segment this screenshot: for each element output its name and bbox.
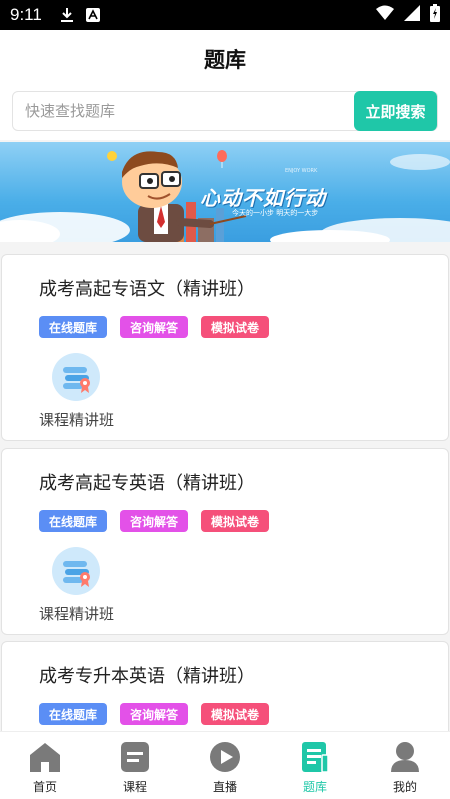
nav-label: 题库 bbox=[302, 780, 327, 794]
tag-row: 在线题库 咨询解答 模拟试卷 bbox=[39, 510, 270, 532]
banner-slogan: 心动不如行动 bbox=[200, 186, 326, 210]
signal-icon bbox=[404, 5, 420, 25]
course-title: 成考高起专英语（精讲班） bbox=[39, 473, 255, 494]
tag-row: 在线题库 咨询解答 模拟试卷 bbox=[39, 316, 270, 338]
page-title: 题库 bbox=[204, 48, 246, 72]
course-icon bbox=[118, 740, 152, 774]
tag-consult[interactable]: 咨询解答 bbox=[120, 510, 189, 532]
tag-mock-exam[interactable]: 模拟试卷 bbox=[201, 316, 270, 338]
nav-label: 课程 bbox=[122, 780, 147, 794]
banner-subtitle: 今天的一小步 明天的一大步 bbox=[232, 209, 319, 217]
certificate-book-icon bbox=[52, 353, 100, 401]
nav-profile[interactable]: 我的 bbox=[360, 732, 450, 799]
tag-mock-exam[interactable]: 模拟试卷 bbox=[201, 510, 270, 532]
tag-online-bank[interactable]: 在线题库 bbox=[39, 510, 108, 532]
search-button[interactable]: 立即搜索 bbox=[354, 91, 437, 131]
profile-icon bbox=[388, 740, 422, 774]
app-notification-icon bbox=[85, 8, 100, 22]
search-bar: 立即搜索 bbox=[0, 88, 450, 140]
course-title: 成考专升本英语（精讲班） bbox=[39, 666, 255, 687]
live-play-icon bbox=[208, 740, 242, 774]
banner-small-text: ENJOY WORK bbox=[285, 168, 318, 174]
promo-banner[interactable]: ENJOY WORK 心动不如行动 今天的一小步 明天的一大步 bbox=[0, 142, 450, 242]
course-card[interactable]: 成考高起专语文（精讲班） 在线题库 咨询解答 模拟试卷 课程精讲班 bbox=[1, 254, 449, 441]
question-bank-icon bbox=[298, 740, 332, 774]
nav-home[interactable]: 首页 bbox=[0, 732, 90, 799]
status-time: 9:11 bbox=[10, 5, 42, 24]
bottom-nav: 首页 课程 直播 题库 我的 bbox=[0, 731, 450, 799]
certificate-book-icon bbox=[52, 547, 100, 595]
download-icon bbox=[60, 7, 74, 23]
status-bar: 9:11 bbox=[0, 0, 450, 30]
nav-question-bank[interactable]: 题库 bbox=[270, 732, 360, 799]
app-header: 题库 bbox=[0, 30, 450, 88]
search-input[interactable] bbox=[13, 92, 353, 130]
nav-label: 直播 bbox=[212, 780, 237, 794]
nav-live[interactable]: 直播 bbox=[180, 732, 270, 799]
course-card[interactable]: 成考高起专英语（精讲班） 在线题库 咨询解答 模拟试卷 课程精讲班 bbox=[1, 448, 449, 635]
tag-row: 在线题库 咨询解答 模拟试卷 bbox=[39, 703, 270, 725]
tag-mock-exam[interactable]: 模拟试卷 bbox=[201, 703, 270, 725]
nav-label: 我的 bbox=[392, 780, 417, 794]
nav-course[interactable]: 课程 bbox=[90, 732, 180, 799]
tag-online-bank[interactable]: 在线题库 bbox=[39, 703, 108, 725]
tag-consult[interactable]: 咨询解答 bbox=[120, 703, 189, 725]
search-box: 立即搜索 bbox=[12, 91, 438, 131]
course-sub-label: 课程精讲班 bbox=[39, 411, 115, 429]
course-title: 成考高起专语文（精讲班） bbox=[39, 279, 255, 300]
course-sub-label: 课程精讲班 bbox=[39, 605, 115, 623]
tag-online-bank[interactable]: 在线题库 bbox=[39, 316, 108, 338]
home-icon bbox=[28, 740, 62, 774]
wifi-icon bbox=[376, 5, 394, 25]
nav-label: 首页 bbox=[32, 780, 57, 794]
battery-icon bbox=[430, 4, 440, 26]
tag-consult[interactable]: 咨询解答 bbox=[120, 316, 189, 338]
